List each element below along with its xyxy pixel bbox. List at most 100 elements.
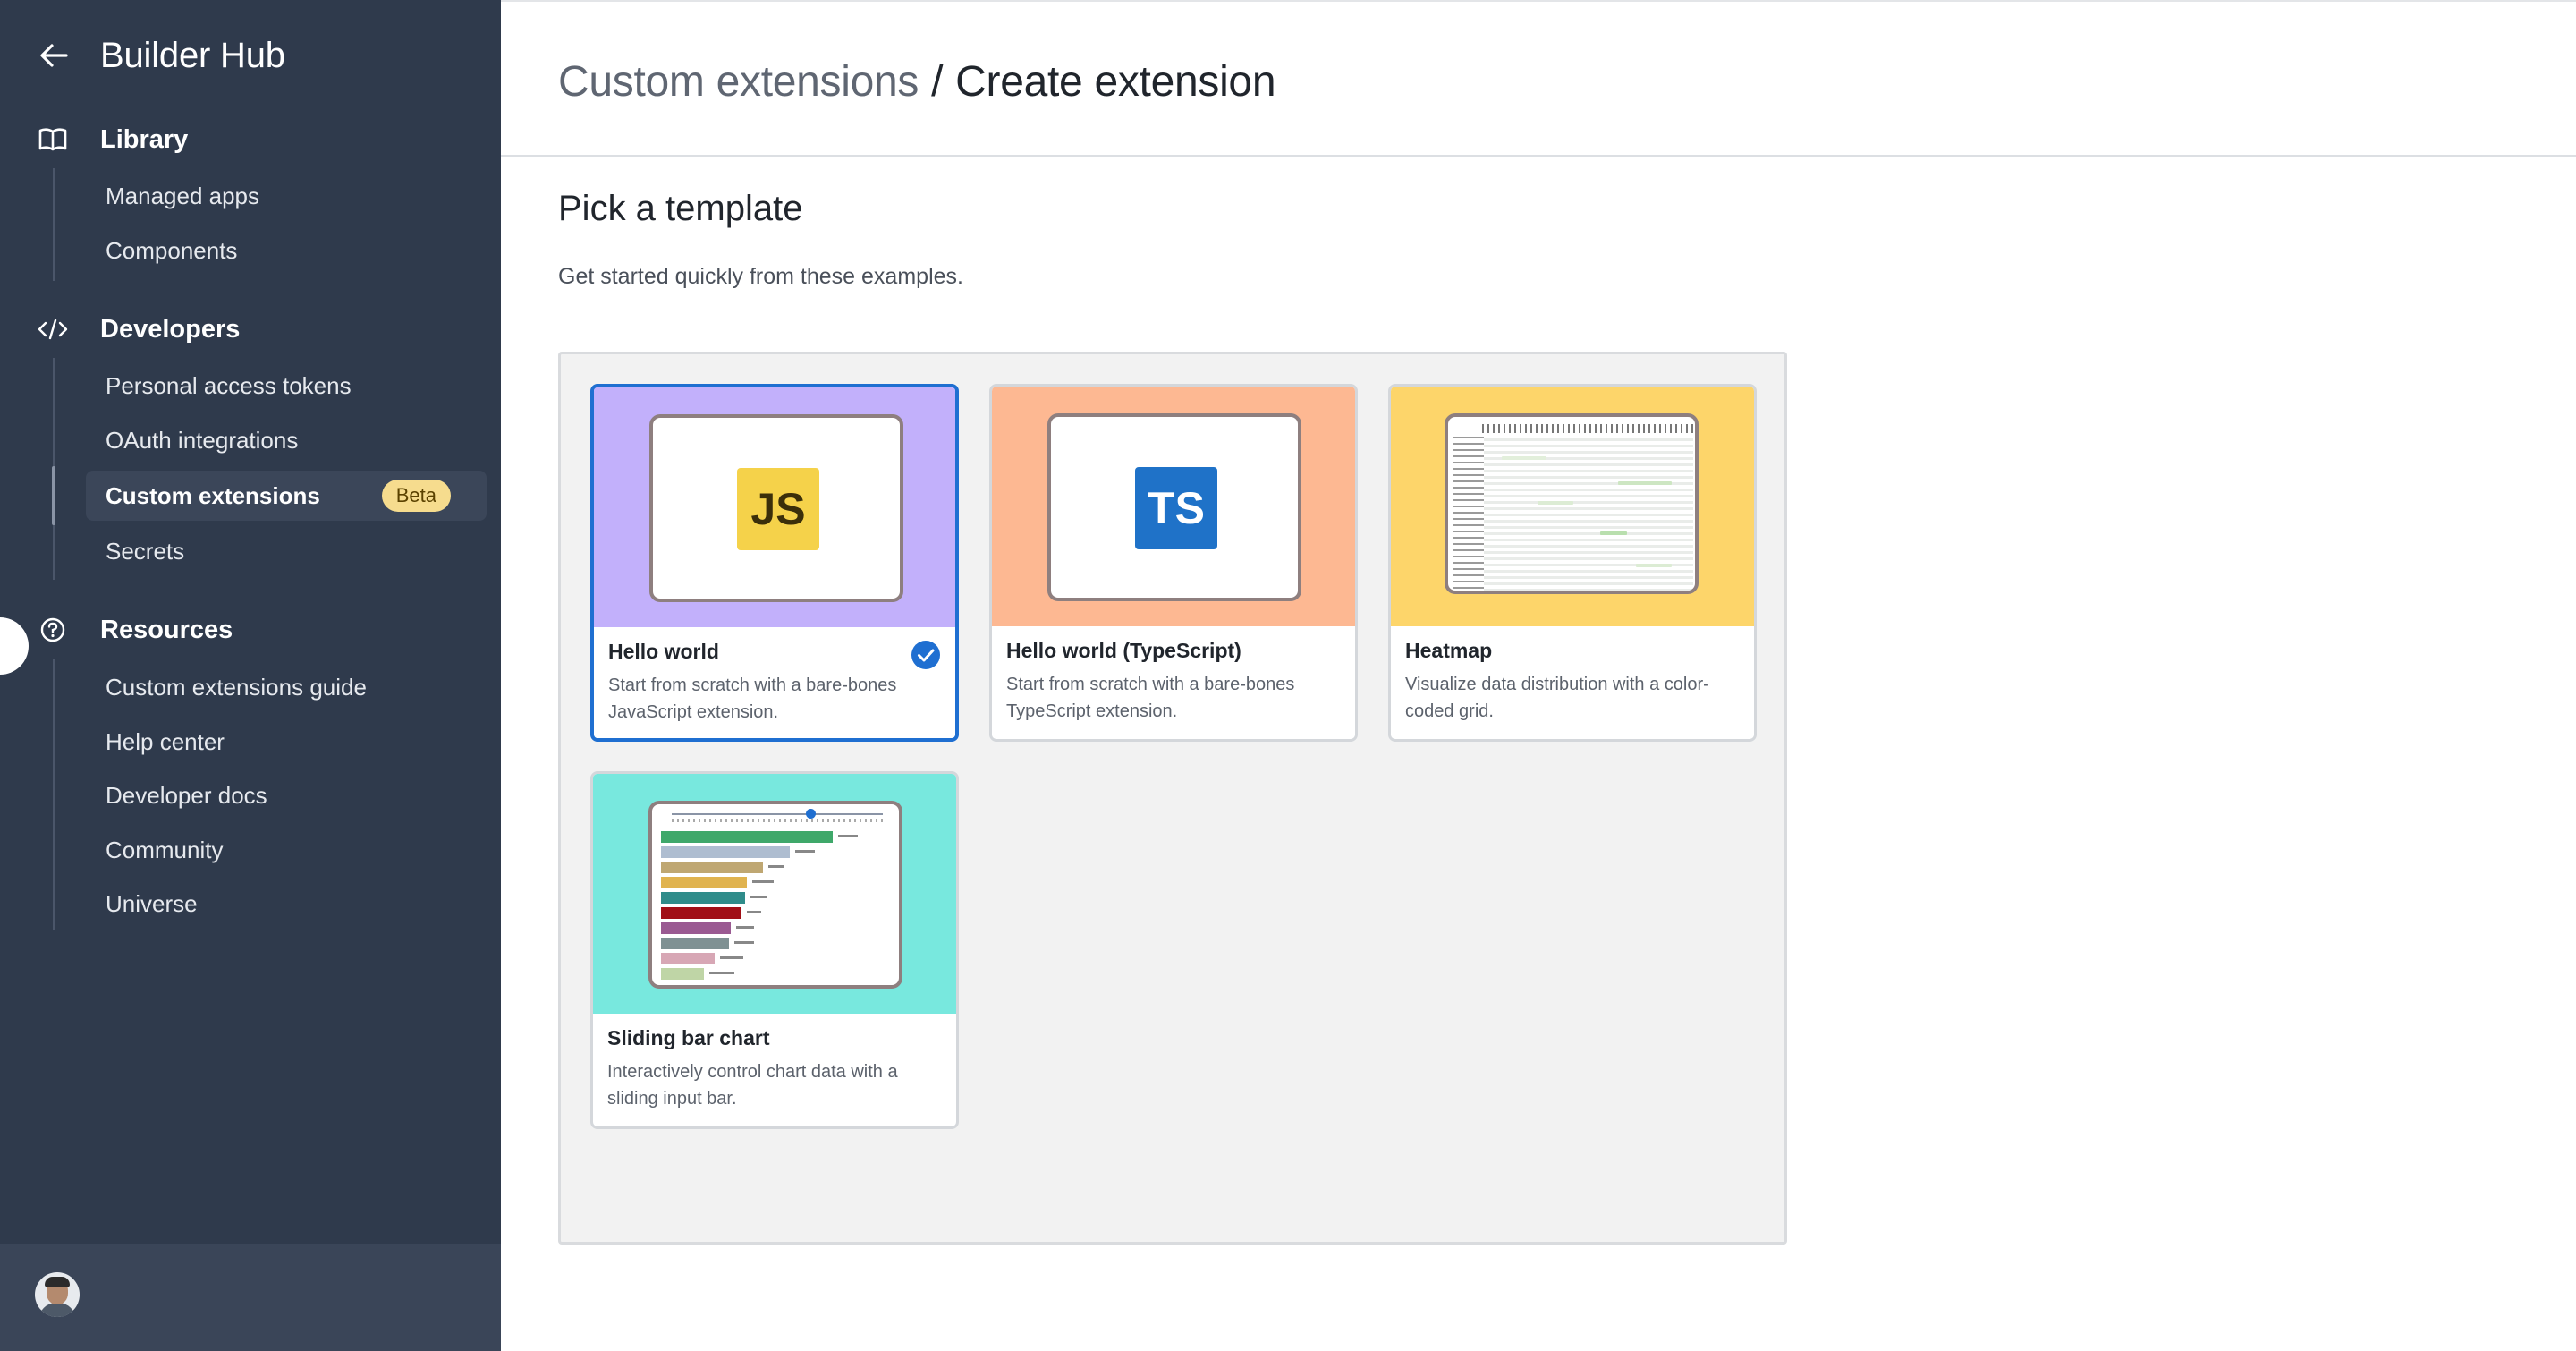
heatmap-grid: [1484, 438, 1693, 591]
section-label: Developers: [100, 314, 241, 344]
sidebar-item-label: Components: [106, 236, 238, 264]
preview-bar-label: [750, 896, 767, 898]
sidebar-item-label: OAuth integrations: [106, 426, 299, 454]
beta-badge: Beta: [381, 480, 451, 512]
card-title: Sliding bar chart: [607, 1026, 770, 1049]
card-thumbnail: TS: [992, 387, 1355, 626]
template-gallery: JS Hello world Start from scratch with a…: [558, 352, 1787, 1245]
sidebar-item-oauth-integrations[interactable]: OAuth integrations: [86, 415, 487, 465]
sidebar-header: Builder Hub: [36, 32, 285, 79]
sidebar-item-label: Universe: [106, 889, 198, 917]
heatmap-column-labels: [1482, 424, 1693, 433]
help-circle-icon: [36, 613, 70, 647]
sidebar-item-label: Help center: [106, 727, 225, 755]
sidebar-item-label: Managed apps: [106, 182, 260, 209]
preview-bar: [661, 831, 833, 843]
avatar-body-shape: [38, 1303, 76, 1317]
sidebar-item-label: Custom extensions: [106, 481, 320, 509]
preview-bar: [661, 953, 715, 964]
sidebar-section-developers: Developers: [36, 311, 240, 347]
card-title: Hello world (TypeScript): [1006, 639, 1241, 662]
main-content: Custom extensions / Create extension Pick …: [501, 0, 2576, 1351]
heatmap-cell: [1618, 481, 1672, 485]
sidebar-item-label: Custom extensions guide: [106, 673, 367, 701]
heatmap-cell: [1502, 456, 1546, 460]
template-card-sliding-bar-chart[interactable]: Sliding bar chart Interactively control …: [590, 771, 959, 1129]
slider-ticks: [672, 819, 883, 822]
sidebar-item-community[interactable]: Community: [86, 825, 487, 875]
javascript-logo-icon: JS: [737, 468, 819, 550]
card-title: Hello world: [608, 640, 719, 663]
card-description: Interactively control chart data with a …: [607, 1062, 898, 1109]
heatmap-cell: [1636, 564, 1672, 567]
sidebar-section-resources: Resources: [36, 612, 233, 648]
preview-bar: [661, 862, 763, 873]
heatmap-cell: [1538, 501, 1573, 505]
sidebar-item-components[interactable]: Components: [86, 225, 487, 276]
heatmap-cell: [1600, 531, 1627, 535]
card-title: Heatmap: [1405, 639, 1493, 662]
breadcrumb: Custom extensions / Create extension: [558, 55, 1276, 109]
card-thumbnail: JS: [594, 387, 955, 627]
sidebar-item-personal-access-tokens[interactable]: Personal access tokens: [86, 361, 487, 411]
sidebar-item-label: Secrets: [106, 537, 185, 565]
card-description: Visualize data distribution with a color…: [1405, 675, 1709, 721]
section-label: Resources: [100, 615, 233, 644]
breadcrumb-parent-link[interactable]: Custom extensions: [558, 58, 919, 106]
typescript-logo-icon: TS: [1135, 467, 1217, 549]
preview-bar-label: [838, 835, 858, 837]
template-card-hello-world[interactable]: JS Hello world Start from scratch with a…: [590, 384, 959, 742]
sidebar-item-label: Personal access tokens: [106, 371, 352, 399]
card-thumbnail: [1391, 387, 1754, 626]
sidebar-item-label: Community: [106, 836, 224, 863]
app-title: Builder Hub: [100, 36, 285, 75]
sidebar-collapse-handle[interactable]: [0, 617, 29, 675]
template-card-hello-world-typescript[interactable]: TS Hello world (TypeScript) Start from s…: [989, 384, 1358, 742]
sidebar-item-custom-extensions[interactable]: Custom extensions Beta: [86, 471, 487, 521]
heatmap-preview: [1445, 413, 1699, 594]
arrow-left-icon[interactable]: [36, 38, 72, 73]
preview-bar: [661, 938, 729, 949]
thumbnail-frame: TS: [1047, 413, 1301, 601]
sidebar-item-universe[interactable]: Universe: [86, 879, 487, 929]
preview-bar-label: [720, 956, 743, 959]
section-subtitle: Get started quickly from these examples.: [558, 264, 963, 289]
preview-bar: [661, 922, 731, 934]
sidebar-item-managed-apps[interactable]: Managed apps: [86, 171, 487, 221]
avatar[interactable]: [35, 1272, 80, 1317]
preview-bar: [661, 968, 704, 980]
preview-bar: [661, 892, 745, 904]
card-description: Start from scratch with a bare-bones Jav…: [608, 676, 897, 722]
preview-bar-label: [747, 911, 761, 913]
preview-bar-label: [795, 850, 815, 853]
active-indicator: [52, 466, 55, 525]
heatmap-row-labels: [1453, 437, 1484, 591]
section-title: Pick a template: [558, 189, 803, 228]
nav-tree-line: [53, 659, 55, 930]
sidebar: Builder Hub Library Managed apps Compone…: [0, 0, 501, 1351]
preview-bar-label: [734, 941, 754, 944]
preview-bar: [661, 907, 741, 919]
section-label: Library: [100, 124, 189, 154]
check-circle-icon: [911, 641, 940, 669]
card-thumbnail: [593, 774, 956, 1014]
slider-track: [672, 813, 883, 815]
preview-bar-label: [752, 880, 774, 883]
page-header: Custom extensions / Create extension: [501, 2, 2576, 157]
page-title: Create extension: [955, 58, 1276, 106]
bar-chart-preview: [648, 801, 902, 989]
sidebar-item-custom-extensions-guide[interactable]: Custom extensions guide: [86, 662, 487, 712]
thumbnail-frame: JS: [649, 414, 903, 602]
sidebar-item-help-center[interactable]: Help center: [86, 717, 487, 767]
card-description: Start from scratch with a bare-bones Typ…: [1006, 675, 1295, 721]
book-icon: [36, 123, 70, 157]
sidebar-item-developer-docs[interactable]: Developer docs: [86, 770, 487, 820]
preview-bar: [661, 877, 747, 888]
code-icon: [36, 312, 70, 346]
template-card-heatmap[interactable]: Heatmap Visualize data distribution with…: [1388, 384, 1757, 742]
nav-tree-line: [53, 168, 55, 281]
preview-bar-label: [736, 926, 754, 929]
avatar-hair-shape: [45, 1277, 70, 1287]
preview-bar-label: [709, 972, 734, 974]
sidebar-item-secrets[interactable]: Secrets: [86, 526, 487, 576]
